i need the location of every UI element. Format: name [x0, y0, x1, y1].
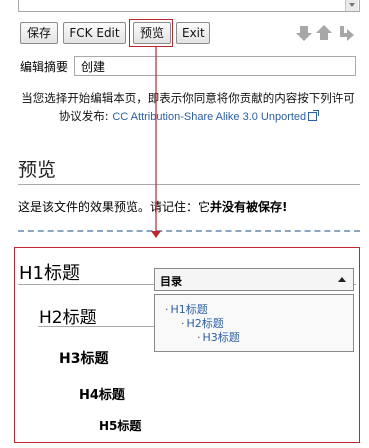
summary-input[interactable] [74, 56, 356, 76]
h2-divider [38, 326, 156, 327]
scroll-down-icon[interactable] [345, 0, 358, 11]
preview-note-text: 这是该文件的效果预览。请记住：它 [18, 200, 211, 214]
toc-item-h3[interactable]: · H3标题 [197, 329, 240, 345]
preview-note: 这是该文件的效果预览。请记住：它并没有被保存! [18, 198, 288, 215]
content-h1: H1标题 [19, 263, 80, 284]
license-notice: 当您选择开始编辑本页，即表示你同意将你贡献的内容按下列许可协议发布: CC At… [18, 89, 358, 126]
content-h2: H2标题 [39, 308, 97, 328]
content-h3: H3标题 [59, 351, 109, 367]
external-link-icon [308, 110, 320, 121]
exit-button[interactable]: Exit [176, 22, 210, 44]
content-h5: H5标题 [99, 419, 142, 433]
preview-button-highlight [129, 19, 173, 47]
collapse-triangle-icon[interactable] [338, 277, 346, 282]
nav-arrows [296, 24, 356, 42]
editor-textarea-bottom[interactable] [18, 0, 360, 12]
toc-body: · H1标题 · H2标题 · H3标题 [154, 294, 354, 352]
license-link[interactable]: CC Attribution-Share Alike 3.0 Unported [112, 111, 306, 123]
preview-note-warning: 并没有被保存! [210, 200, 288, 214]
fck-edit-button[interactable]: FCK Edit [63, 22, 126, 44]
toc-header: 目录 [154, 268, 354, 291]
return-arrow-icon[interactable] [340, 26, 354, 41]
content-h4: H4标题 [79, 388, 125, 403]
preview-separator [18, 230, 360, 232]
arrow-up-icon[interactable] [316, 25, 332, 40]
summary-label: 编辑摘要 [20, 60, 69, 74]
heading-divider [18, 184, 360, 185]
toc-title: 目录 [160, 275, 182, 288]
save-button[interactable]: 保存 [20, 22, 58, 44]
table-of-contents: 目录 · H1标题 · H2标题 · H3标题 [154, 268, 354, 352]
arrow-down-icon[interactable] [296, 26, 312, 41]
preview-heading: 预览 [18, 159, 57, 181]
